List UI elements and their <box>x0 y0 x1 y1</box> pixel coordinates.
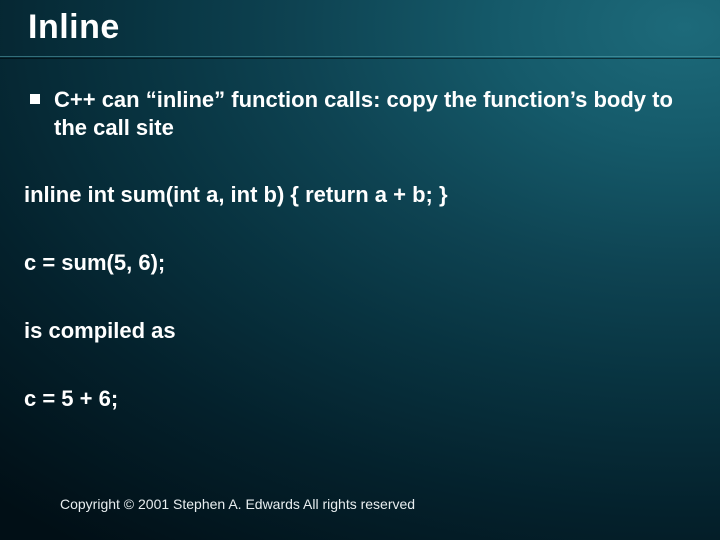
bullet-item: C++ can “inline” function calls: copy th… <box>24 86 696 142</box>
code-line-3: c = 5 + 6; <box>24 386 696 412</box>
bullet-text: C++ can “inline” function calls: copy th… <box>54 86 696 142</box>
title-rule-shadow <box>0 58 720 59</box>
code-line-2: c = sum(5, 6); <box>24 250 696 276</box>
copyright-text: Copyright © 2001 Stephen A. Edwards All … <box>60 496 415 512</box>
compiled-as-label: is compiled as <box>24 318 696 344</box>
slide: Inline C++ can “inline” function calls: … <box>0 0 720 540</box>
title-rule <box>0 56 720 57</box>
code-line-1: inline int sum(int a, int b) { return a … <box>24 182 696 208</box>
slide-title: Inline <box>28 8 120 47</box>
slide-body: C++ can “inline” function calls: copy th… <box>24 86 696 454</box>
bullet-icon <box>30 94 40 104</box>
